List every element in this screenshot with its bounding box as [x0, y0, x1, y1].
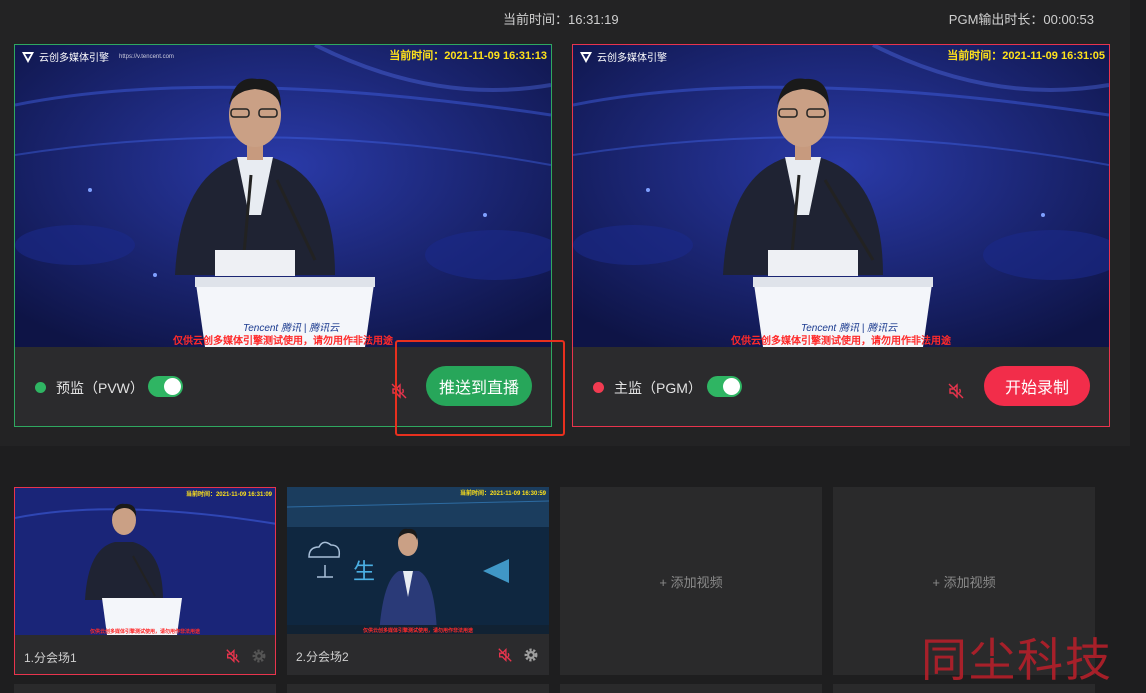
stage-scene: [15, 488, 275, 635]
program-monitor: Tencent 腾讯 | 腾讯云 云创多媒体引擎 当前时间：2021-11-09…: [572, 44, 1110, 427]
logo-text: 云创多媒体引擎: [39, 53, 109, 64]
speaker-muted-icon[interactable]: [390, 382, 408, 400]
program-status-dot: [593, 382, 604, 393]
program-video[interactable]: Tencent 腾讯 | 腾讯云 云创多媒体引擎 当前时间：2021-11-09…: [573, 45, 1109, 347]
next-row-tile: [287, 684, 549, 693]
preview-controls: 预监（PVW） 推送到直播: [15, 347, 551, 426]
gear-icon[interactable]: [523, 647, 539, 663]
stage-scene: Tencent 腾讯 | 腾讯云: [573, 45, 1109, 347]
speaker-muted-icon[interactable]: [947, 382, 965, 400]
add-video-slot-3[interactable]: + 添加视频: [560, 487, 822, 675]
preview-video[interactable]: Tencent 腾讯 | 腾讯云 云创多媒体引擎 https://v.tence…: [15, 45, 551, 347]
next-row-tile: [560, 684, 822, 693]
source-timestamp: 当前时间：2021-11-09 16:30:59: [459, 491, 546, 497]
speaker-muted-icon[interactable]: [225, 648, 241, 664]
source-thumbnail[interactable]: 当前时间：2021-11-09 16:31:09 仅供云创多媒体引擎测试使用，请…: [15, 488, 275, 635]
preview-label: 预监（PVW）: [56, 380, 144, 396]
stage-scene: 生: [287, 487, 549, 634]
preview-timestamp: 当前时间：2021-11-09 16:31:13: [389, 50, 547, 62]
start-recording-button[interactable]: 开始录制: [984, 366, 1090, 406]
speaker-muted-icon[interactable]: [497, 647, 513, 663]
program-controls: 主监（PGM） 开始录制: [573, 347, 1109, 426]
push-to-live-button[interactable]: 推送到直播: [426, 366, 532, 406]
preview-toggle[interactable]: [148, 376, 183, 397]
triangle-logo-icon: [580, 51, 592, 63]
source-tile-1[interactable]: 当前时间：2021-11-09 16:31:09 仅供云创多媒体引擎测试使用，请…: [14, 487, 276, 675]
program-timestamp: 当前时间：2021-11-09 16:31:05: [947, 50, 1105, 62]
program-label: 主监（PGM）: [614, 380, 702, 396]
svg-text:生: 生: [353, 559, 375, 584]
program-watermark: 仅供云创多媒体引擎测试使用，请勿用作非法用途: [731, 336, 951, 347]
preview-monitor: Tencent 腾讯 | 腾讯云 云创多媒体引擎 https://v.tence…: [14, 44, 552, 427]
engine-logo: 云创多媒体引擎: [579, 49, 667, 64]
source-tile-2[interactable]: 生 当前时间：2021-11-09 16:30:59 仅供云创多媒体引擎测试使用…: [287, 487, 549, 675]
add-video-label[interactable]: + 添加视频: [560, 572, 822, 591]
logo-url: https://v.tencent.com: [119, 53, 174, 60]
pgm-output-duration: PGM输出时长：00:00:53: [948, 12, 1094, 27]
source-watermark: 仅供云创多媒体引擎测试使用，请勿用作非法用途: [362, 628, 473, 634]
source-watermark: 仅供云创多媒体引擎测试使用，请勿用作非法用途: [89, 629, 200, 635]
current-time: 当前时间：16:31:19: [503, 12, 619, 27]
next-row-tile: [14, 684, 276, 693]
top-status-bar: 当前时间：16:31:19 PGM输出时长：00:00:53: [0, 0, 1130, 34]
preview-watermark: 仅供云创多媒体引擎测试使用，请勿用作非法用途: [173, 336, 393, 347]
engine-logo: 云创多媒体引擎 https://v.tencent.com: [21, 49, 174, 64]
logo-text: 云创多媒体引擎: [597, 53, 667, 64]
gear-icon[interactable]: [251, 648, 267, 664]
program-toggle[interactable]: [707, 376, 742, 397]
source-name: 1.分会场1: [24, 651, 77, 665]
stage-scene: Tencent 腾讯 | 腾讯云: [15, 45, 551, 347]
source-name: 2.分会场2: [296, 650, 349, 664]
brand-watermark: 同尘科技: [921, 633, 1113, 687]
source-thumbnail[interactable]: 生 当前时间：2021-11-09 16:30:59 仅供云创多媒体引擎测试使用…: [287, 487, 549, 634]
add-video-label[interactable]: + 添加视频: [833, 572, 1095, 591]
triangle-logo-icon: [22, 51, 34, 63]
preview-status-dot: [35, 382, 46, 393]
source-timestamp: 当前时间：2021-11-09 16:31:09: [185, 492, 272, 498]
